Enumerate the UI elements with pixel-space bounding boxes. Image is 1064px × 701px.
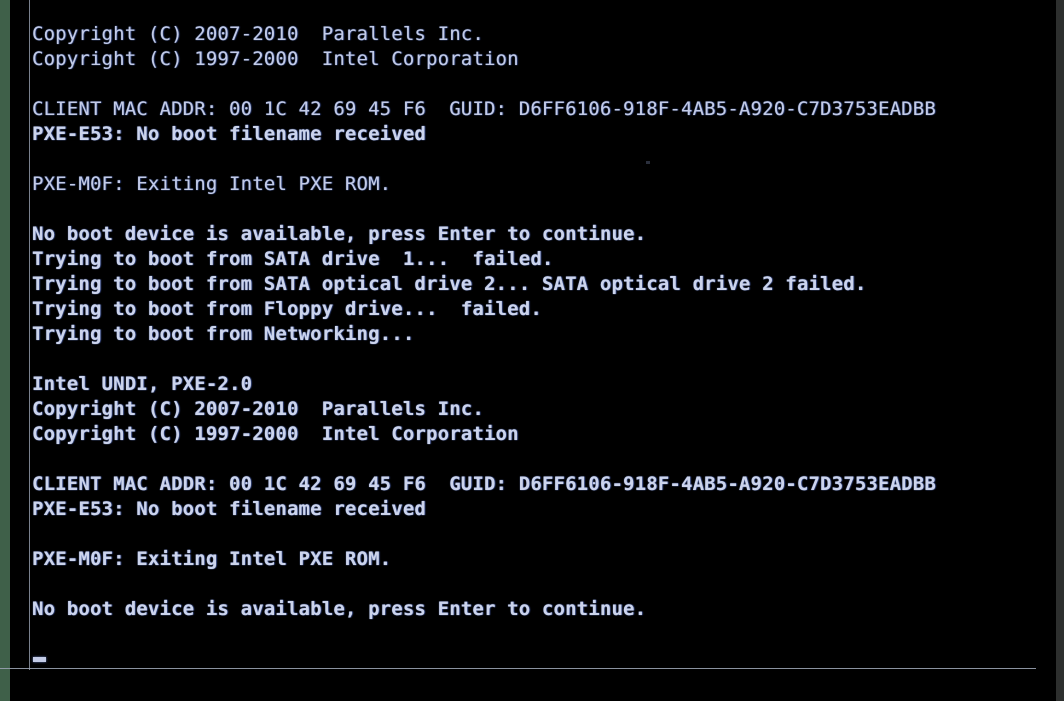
console-line: CLIENT MAC ADDR: 00 1C 42 69 45 F6 GUID:…: [32, 98, 936, 120]
console-line: No boot device is available, press Enter…: [32, 598, 647, 620]
text-cursor: [33, 657, 46, 662]
bios-boot-screen: Copyright (C) 2007-2010 Parallels Inc. Co…: [0, 0, 1064, 701]
console-frame-bottom-line: [0, 668, 1036, 669]
console-line: PXE-M0F: Exiting Intel PXE ROM.: [32, 548, 392, 570]
console-line: Copyright (C) 2007-2010 Parallels Inc.: [32, 23, 484, 45]
console-frame-left-line: [29, 0, 30, 670]
console-line: Intel UNDI, PXE-2.0: [32, 373, 253, 395]
console-line: No boot device is available, press Enter…: [32, 223, 647, 245]
console-line: PXE-M0F: Exiting Intel PXE ROM.: [32, 173, 392, 195]
right-edge-strip: [1056, 0, 1064, 701]
left-edge-strip: [0, 0, 10, 701]
console-line: Trying to boot from Networking...: [32, 323, 415, 345]
console-line: Trying to boot from SATA optical drive 2…: [32, 273, 867, 295]
console-line: Copyright (C) 1997-2000 Intel Corporatio…: [32, 423, 519, 445]
console-line: Trying to boot from SATA drive 1... fail…: [32, 248, 554, 270]
console-line: Copyright (C) 1997-2000 Intel Corporatio…: [32, 48, 519, 70]
console-output: Copyright (C) 2007-2010 Parallels Inc. Co…: [32, 22, 1052, 662]
console-line: Trying to boot from Floppy drive... fail…: [32, 298, 542, 320]
console-line: PXE-E53: No boot filename received: [32, 498, 427, 520]
console-line: Copyright (C) 2007-2010 Parallels Inc.: [32, 398, 484, 420]
console-line: PXE-E53: No boot filename received: [32, 123, 427, 145]
console-line: CLIENT MAC ADDR: 00 1C 42 69 45 F6 GUID:…: [32, 473, 936, 495]
